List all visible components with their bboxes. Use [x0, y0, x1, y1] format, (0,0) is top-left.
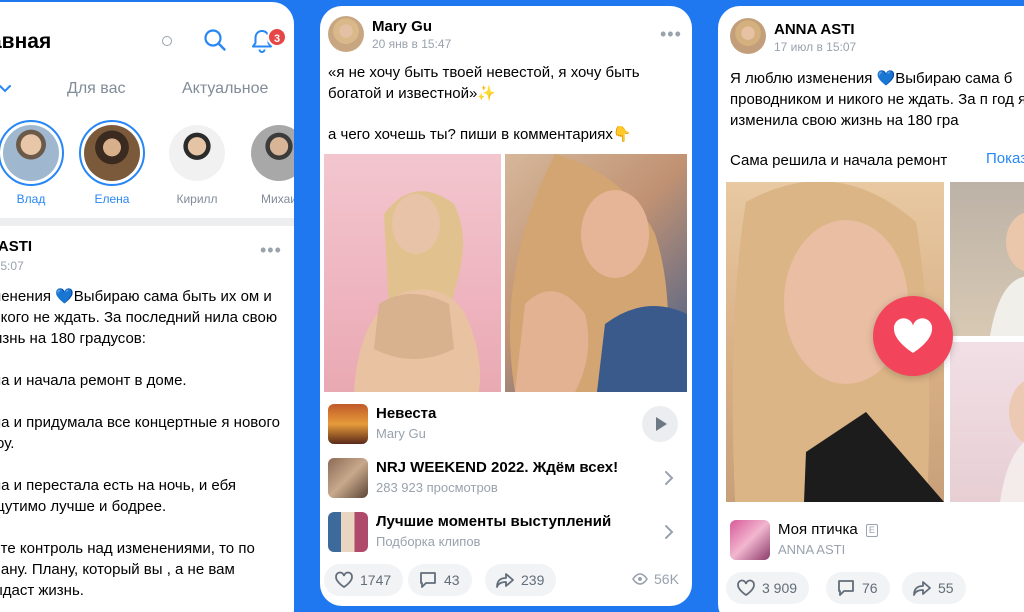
post-actions: 3 909 76 55: [726, 572, 1024, 604]
play-icon: [656, 417, 667, 431]
share-count: 239: [521, 572, 545, 588]
attachment-thumbnail: [328, 458, 368, 498]
post-actions: 1747 43 239 56K: [324, 564, 688, 596]
heart-icon: [335, 571, 353, 589]
attachment-subtitle: 283 923 просмотров: [376, 480, 498, 495]
avatar: [84, 125, 140, 181]
avatar: [251, 125, 294, 181]
post-author[interactable]: ANNA ASTI: [774, 21, 855, 38]
play-button[interactable]: [642, 406, 678, 442]
story-item[interactable]: Елена: [79, 120, 145, 206]
feed-tabs: Для вас Актуальное: [0, 78, 294, 104]
attachment-subtitle: Mary Gu: [376, 426, 426, 441]
tab-trending[interactable]: Актуальное: [182, 80, 268, 98]
views-count: 56K: [654, 571, 679, 587]
story-item[interactable]: Михаи: [246, 120, 294, 206]
comment-count: 76: [862, 580, 878, 596]
views-counter: 56K: [632, 571, 679, 587]
post-text: Я люблю изменения 💙Выбираю сама б провод…: [730, 70, 1024, 129]
post-text: «я не хочу быть твоей невестой, я хочу б…: [328, 64, 640, 102]
attachment-title: Лучшие моменты выступлений: [376, 513, 612, 530]
post-photo[interactable]: [950, 182, 1024, 336]
attachment-row[interactable]: Невеста Mary Gu: [328, 402, 684, 448]
comment-icon: [838, 580, 854, 596]
share-button[interactable]: 55: [902, 572, 966, 604]
status-dot-icon: [162, 36, 172, 46]
avatar: [169, 125, 225, 181]
attachment-thumbnail: [328, 404, 368, 444]
attachment-title: NRJ WEEKEND 2022. Ждём всех!: [376, 459, 619, 476]
tab-for-you[interactable]: Для вас: [67, 80, 126, 98]
explicit-badge: E: [865, 523, 878, 537]
avatar: [3, 125, 59, 181]
attachment-row[interactable]: Моя птичка E ANNA ASTI: [730, 518, 1024, 564]
comment-button[interactable]: 43: [408, 564, 472, 596]
post-paragraph: ала и перестала есть на ночь, и ебя ощут…: [0, 477, 236, 515]
comment-icon: [420, 572, 436, 588]
post-date: в 15:07: [0, 259, 24, 273]
story-label: Кирилл: [176, 192, 218, 206]
comment-count: 43: [444, 572, 460, 588]
post-card-center: Mary Gu 20 янв в 15:47 ••• «я не хочу бы…: [320, 6, 692, 606]
share-button[interactable]: 239: [485, 564, 557, 596]
post-photo[interactable]: [324, 154, 501, 392]
attachment-title: Моя птичка E: [778, 521, 878, 538]
story-label: Елена: [94, 192, 130, 206]
app-header: авная 3: [0, 2, 294, 72]
share-icon: [913, 581, 931, 596]
post-photo[interactable]: [950, 342, 1024, 502]
avatar[interactable]: [730, 18, 766, 54]
like-button[interactable]: 1747: [324, 564, 404, 596]
heart-icon: [893, 318, 933, 353]
more-options-icon[interactable]: •••: [660, 24, 682, 45]
post-date: 17 июл в 15:07: [774, 40, 857, 54]
like-count: 3 909: [762, 580, 798, 596]
like-button[interactable]: 3 909: [726, 572, 810, 604]
page-title: авная: [0, 30, 52, 53]
story-label: Влад: [16, 192, 46, 206]
like-animation-heart: [873, 296, 953, 376]
post-date: 20 янв в 15:47: [372, 37, 452, 51]
post-paragraph: рёте контроль над изменениями, то по пла…: [0, 540, 255, 599]
search-icon[interactable]: [203, 28, 227, 52]
like-count: 1747: [360, 572, 392, 588]
post-paragraph: ала и придумала все концертные я нового …: [0, 414, 280, 452]
comment-button[interactable]: 76: [826, 572, 890, 604]
share-icon: [496, 573, 514, 588]
post-card-right: ANNA ASTI 17 июл в 15:07 Я люблю изменен…: [718, 6, 1024, 612]
show-more-link[interactable]: Показ: [986, 150, 1024, 167]
story-item[interactable]: Влад: [0, 120, 64, 206]
post-photo[interactable]: [505, 154, 687, 392]
attachment-title: Невеста: [376, 405, 437, 422]
attachment-thumbnail: [730, 520, 770, 560]
heart-icon: [737, 579, 755, 597]
eye-icon: [632, 573, 648, 585]
story-item[interactable]: Кирилл: [164, 120, 230, 206]
post-author[interactable]: A ASTI: [0, 238, 32, 255]
attachment-subtitle: Подборка клипов: [376, 534, 481, 549]
notification-badge: 3: [267, 27, 287, 47]
attachment-row[interactable]: NRJ WEEKEND 2022. Ждём всех! 283 923 про…: [328, 456, 684, 502]
attachment-subtitle: ANNA ASTI: [778, 542, 846, 557]
chevron-down-icon[interactable]: [0, 84, 12, 94]
chevron-right-icon[interactable]: [664, 524, 674, 545]
post-author[interactable]: Mary Gu: [372, 18, 432, 35]
attachment-title-text: Моя птичка: [778, 521, 858, 538]
avatar[interactable]: [328, 16, 364, 52]
post-text: зменения 💙Выбираю сама быть их ом и нико…: [0, 286, 284, 612]
attachment-row[interactable]: Лучшие моменты выступлений Подборка клип…: [328, 510, 684, 556]
post-paragraph: зменения 💙Выбираю сама быть их ом и нико…: [0, 288, 278, 347]
divider: [0, 218, 294, 226]
post-paragraph: ала и начала ремонт в доме.: [0, 372, 187, 389]
stories-strip: Влад Елена Кирилл Михаи: [0, 120, 294, 206]
attachment-thumbnail: [328, 512, 368, 552]
post-text: а чего хочешь ты? пиши в комментариях👇: [328, 126, 632, 143]
post-text: Сама решила и начала ремонт: [730, 152, 948, 169]
more-options-icon[interactable]: •••: [260, 240, 282, 261]
feed-panel-left: авная 3 Для вас Актуальное Влад Елена Ки…: [0, 2, 294, 612]
chevron-right-icon[interactable]: [664, 470, 674, 491]
story-label: Михаи: [261, 192, 294, 206]
share-count: 55: [938, 580, 954, 596]
